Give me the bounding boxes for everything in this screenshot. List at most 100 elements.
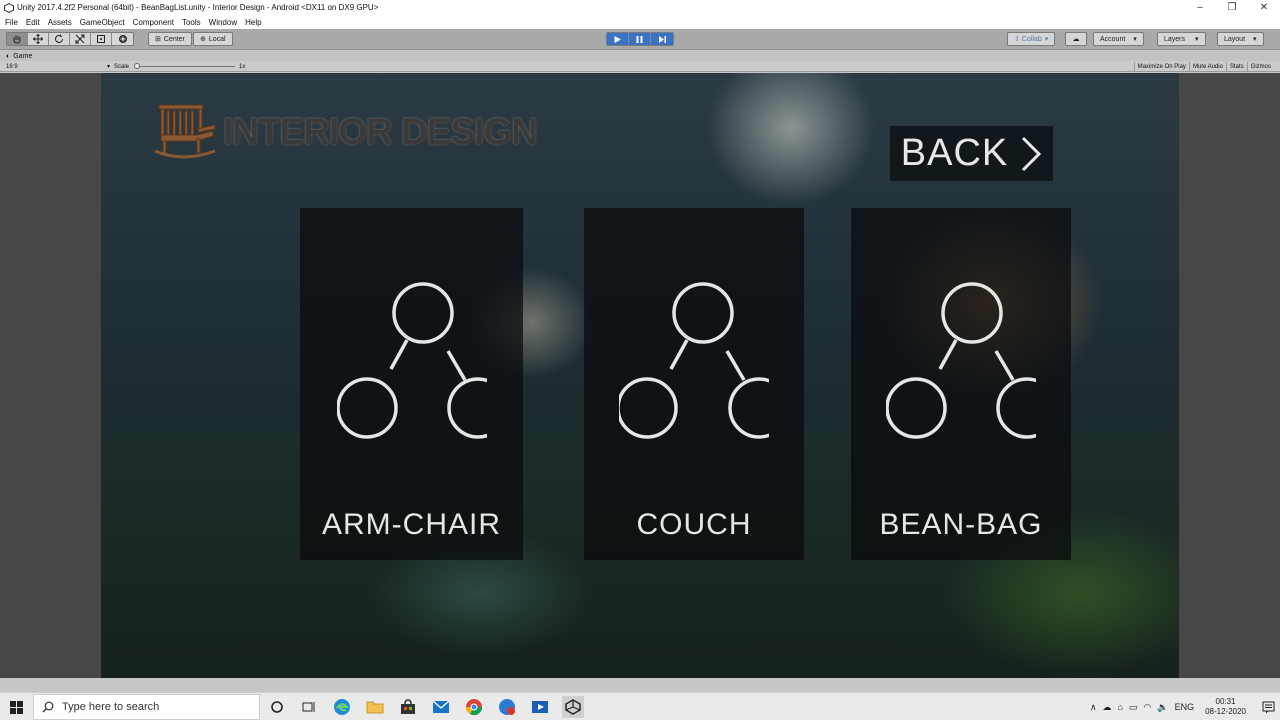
cortana-button[interactable] [267,697,287,717]
pause-button[interactable] [629,33,651,45]
cortana-icon [271,701,283,713]
menu-gameobject[interactable]: GameObject [80,18,125,27]
maximize-on-play-toggle[interactable]: Maximize On Play [1133,62,1189,71]
pivot-icon: ⊞ [155,36,161,43]
scale-tool-button[interactable] [70,33,91,45]
close-button[interactable]: ✕ [1248,0,1280,15]
hand-icon [13,35,21,44]
menu-tools[interactable]: Tools [182,18,201,27]
taskbar-unity[interactable] [562,696,584,718]
menu-window[interactable]: Window [209,18,237,27]
scale-icon [75,34,85,44]
transform-tools [6,32,134,46]
status-bar [0,678,1280,692]
play-button[interactable] [607,33,629,45]
pivot-local-button[interactable]: ⊕ Local [193,32,233,46]
scale-track[interactable] [134,63,236,69]
taskbar-mail[interactable] [431,697,451,717]
video-player-icon [532,701,548,713]
taskbar-search-box[interactable]: Type here to search [33,694,260,720]
taskbar-file-explorer[interactable] [365,697,385,717]
menu-bar: File Edit Assets GameObject Component To… [0,15,1280,29]
edge-browser-icon [334,699,350,715]
task-view-icon [302,702,315,712]
card-bean-bag[interactable]: BEAN-BAG [851,208,1071,560]
chevron-right-icon [1022,136,1042,171]
taskbar-clock[interactable]: 00:31 08-12-2020 [1205,697,1246,717]
taskbar-chrome[interactable] [464,697,484,717]
move-tool-button[interactable] [28,33,49,45]
transform-tool-button[interactable] [112,33,133,45]
scale-knob[interactable] [134,63,141,69]
rotate-icon [55,34,63,43]
rotate-tool-button[interactable] [49,33,70,45]
main-toolbar: ⊞ Center ⊕ Local ⇧ Collab ▾ ☁ Account ▾ … [0,29,1280,50]
photos-icon [499,699,515,715]
hand-tool-button[interactable] [7,33,28,45]
game-canvas: INTERIOR DESIGN BACK ARM-CHAIR COUCH BEA… [101,73,1179,678]
pivot-center-button[interactable]: ⊞ Center [148,32,192,46]
taskbar-edge[interactable] [332,697,352,717]
card-label: ARM-CHAIR [322,508,501,541]
menu-help[interactable]: Help [245,18,261,27]
mute-audio-toggle[interactable]: Mute Audio [1188,62,1226,71]
maximize-button[interactable]: ❐ [1216,0,1248,15]
layers-dropdown[interactable]: Layers ▾ [1157,32,1206,46]
card-arm-chair[interactable]: ARM-CHAIR [300,208,523,560]
search-placeholder: Type here to search [62,701,160,713]
clock-time: 00:31 [1215,697,1236,706]
stats-toggle[interactable]: Stats [1225,62,1247,71]
game-tab[interactable]: ◐ Game [0,51,1280,61]
gizmos-dropdown[interactable]: Gizmos [1246,62,1274,71]
scale-slider[interactable]: Scale 1x [114,62,245,71]
system-tray: ∧ ☁ ⌂ ▭ ◠ 🔈 ENG 00:31 08-12-2020 [1087,693,1280,720]
start-button[interactable] [0,693,32,720]
cloud-icon[interactable]: ☁ [1103,702,1112,713]
network-icon[interactable]: ⌂ [1118,702,1123,712]
store-bag-icon [401,699,415,714]
task-view-button[interactable] [299,697,319,717]
game-view-toolbar: 16:9 ▾ Scale 1x Maximize On Play Mute Au… [0,61,1280,72]
layout-dropdown[interactable]: Layout ▾ [1217,32,1264,46]
unity-logo-icon [565,699,581,715]
globe-icon: ⊕ [200,36,206,43]
action-center-button[interactable] [1256,701,1280,714]
account-dropdown[interactable]: Account ▾ [1093,32,1144,46]
wifi-icon[interactable]: ◠ [1143,702,1151,713]
menu-edit[interactable]: Edit [26,18,40,27]
pause-icon [636,35,643,43]
game-view: INTERIOR DESIGN BACK ARM-CHAIR COUCH BEA… [0,73,1280,678]
window-controls: – ❐ ✕ [1184,0,1280,15]
search-icon [42,701,54,713]
chevron-down-icon: ▾ [106,64,110,70]
card-couch[interactable]: COUCH [584,208,804,560]
play-controls [606,32,674,46]
back-button[interactable]: BACK [890,126,1053,181]
tray-icons: ∧ ☁ ⌂ ▭ ◠ 🔈 ENG [1087,702,1197,713]
step-button[interactable] [651,33,673,45]
language-indicator[interactable]: ENG [1175,702,1195,712]
aspect-dropdown[interactable]: 16:9 ▾ [6,62,110,71]
volume-icon[interactable]: 🔈 [1157,702,1168,713]
share-network-icon [886,282,1036,439]
cloud-button[interactable]: ☁ [1065,32,1087,46]
chevron-down-icon: ▾ [1253,36,1257,43]
menu-assets[interactable]: Assets [48,18,72,27]
chevron-up-icon[interactable]: ∧ [1090,702,1097,713]
rect-tool-button[interactable] [91,33,112,45]
play-icon [614,35,621,43]
card-label: BEAN-BAG [879,508,1043,541]
share-network-icon [619,282,769,439]
minimize-button[interactable]: – [1184,0,1216,15]
menu-file[interactable]: File [5,18,18,27]
notification-icon [1262,701,1274,713]
taskbar-store[interactable] [398,697,418,717]
battery-icon[interactable]: ▭ [1129,702,1138,713]
windows-taskbar: Type here to search ∧ ☁ ⌂ ▭ ◠ 🔈 ENG 00:3… [0,692,1280,720]
taskbar-photos[interactable] [497,697,517,717]
menu-component[interactable]: Component [133,18,174,27]
clock-date: 08-12-2020 [1205,707,1246,716]
collab-button[interactable]: ⇧ Collab ▾ [1007,32,1056,46]
taskbar-media-player[interactable] [530,697,550,717]
chrome-icon [465,699,483,716]
